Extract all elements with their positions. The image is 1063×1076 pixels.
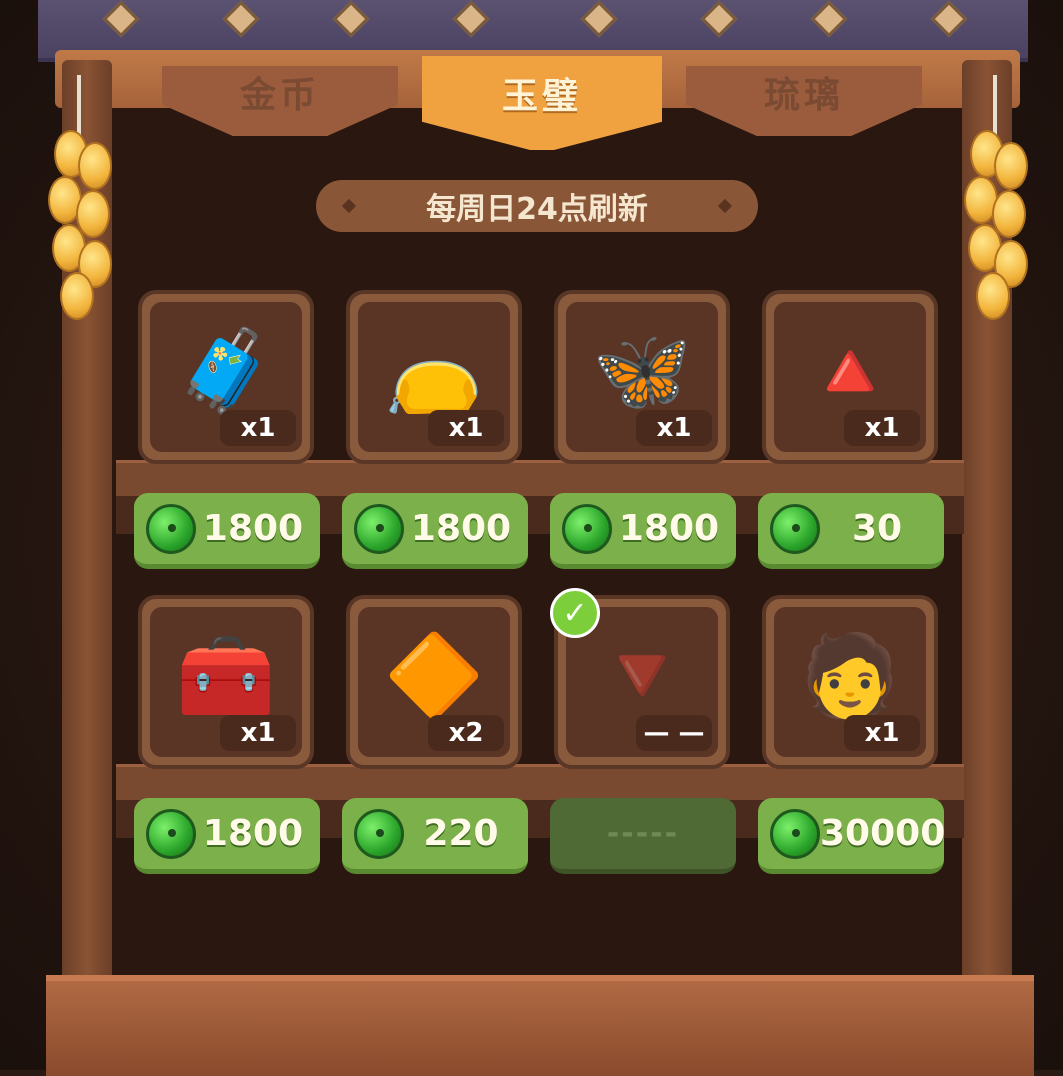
item-card[interactable]: 🧑 x1 (762, 595, 938, 769)
roof-gem-icon (222, 0, 260, 38)
item-quantity: x1 (220, 715, 296, 751)
banner-dot-icon (717, 198, 733, 214)
price-button-sold-out: ----- (550, 798, 736, 874)
counter-base (46, 975, 1034, 1076)
refresh-banner: 每周日24点刷新 (316, 180, 758, 232)
item-card[interactable]: 👝 x1 (346, 290, 522, 464)
price-value: 30000 (820, 813, 946, 854)
character-avatar-icon: 🧑 (800, 629, 900, 722)
item-quantity: x2 (428, 715, 504, 751)
price-button[interactable]: 1800 (134, 798, 320, 874)
item-quantity: x1 (220, 410, 296, 446)
price-button[interactable]: 1800 (134, 493, 320, 569)
item-quantity: x1 (636, 410, 712, 446)
price-button[interactable]: 30 (758, 493, 944, 569)
rice-cake-bronze-icon: 🔺 (800, 324, 900, 417)
price-value: ----- (606, 816, 680, 851)
item-slot: 🦋 x1 (566, 302, 718, 452)
item-quantity: x1 (844, 410, 920, 446)
item-quantity: — — (636, 715, 712, 751)
roof-gem-icon (930, 0, 968, 38)
item-card[interactable]: 🦋 x1 (554, 290, 730, 464)
item-slot: 👝 x1 (358, 302, 510, 452)
item-slot: 🔶 x2 (358, 607, 510, 757)
price-value: 1800 (202, 508, 304, 549)
pouch-icon: 👝 (384, 324, 484, 417)
butterfly-ornament-icon: 🦋 (592, 324, 692, 417)
corn-bundle-right-icon (960, 120, 1036, 330)
roof-gem-icon (102, 0, 140, 38)
item-quantity: x1 (844, 715, 920, 751)
rice-cake-soldout-icon: 🔻 (592, 629, 692, 722)
jade-disc-icon (354, 503, 404, 554)
roof-gem-icon (332, 0, 370, 38)
item-slot: 🧑 x1 (774, 607, 926, 757)
pillow-icon: 🧳 (176, 324, 276, 417)
item-card[interactable]: 🧳 x1 (138, 290, 314, 464)
price-button[interactable]: 30000 (758, 798, 945, 874)
jade-disc-icon (770, 808, 820, 859)
jade-disc-icon (562, 503, 612, 554)
rice-cake-gold-icon: 🔶 (384, 629, 484, 722)
item-slot: 🧰 x1 (150, 607, 302, 757)
roof-gem-icon (452, 0, 490, 38)
item-card[interactable]: 🔺 x1 (762, 290, 938, 464)
roof-gem-icon (810, 0, 848, 38)
jade-disc-icon (354, 808, 404, 859)
purchased-check-icon: ✓ (550, 588, 600, 638)
price-value: 1800 (410, 508, 512, 549)
item-card[interactable]: 🧰 x1 (138, 595, 314, 769)
treasure-chest-icon: 🧰 (176, 629, 276, 722)
banner-dot-icon (341, 198, 357, 214)
price-button[interactable]: 220 (342, 798, 528, 874)
roof-gem-icon (700, 0, 738, 38)
price-value: 220 (423, 813, 499, 854)
item-quantity: x1 (428, 410, 504, 446)
item-slot: 🔺 x1 (774, 302, 926, 452)
price-button[interactable]: 1800 (550, 493, 736, 569)
jade-disc-icon (146, 808, 196, 859)
item-slot: 🧳 x1 (150, 302, 302, 452)
price-value: 30 (851, 508, 903, 549)
jade-disc-icon (770, 503, 820, 554)
roof-gem-icon (580, 0, 618, 38)
corn-bundle-left-icon (44, 120, 120, 330)
refresh-text: 每周日24点刷新 (426, 192, 648, 227)
item-card[interactable]: 🔶 x2 (346, 595, 522, 769)
price-button[interactable]: 1800 (342, 493, 528, 569)
jade-disc-icon (146, 503, 196, 554)
price-value: 1800 (618, 508, 720, 549)
price-value: 1800 (202, 813, 304, 854)
